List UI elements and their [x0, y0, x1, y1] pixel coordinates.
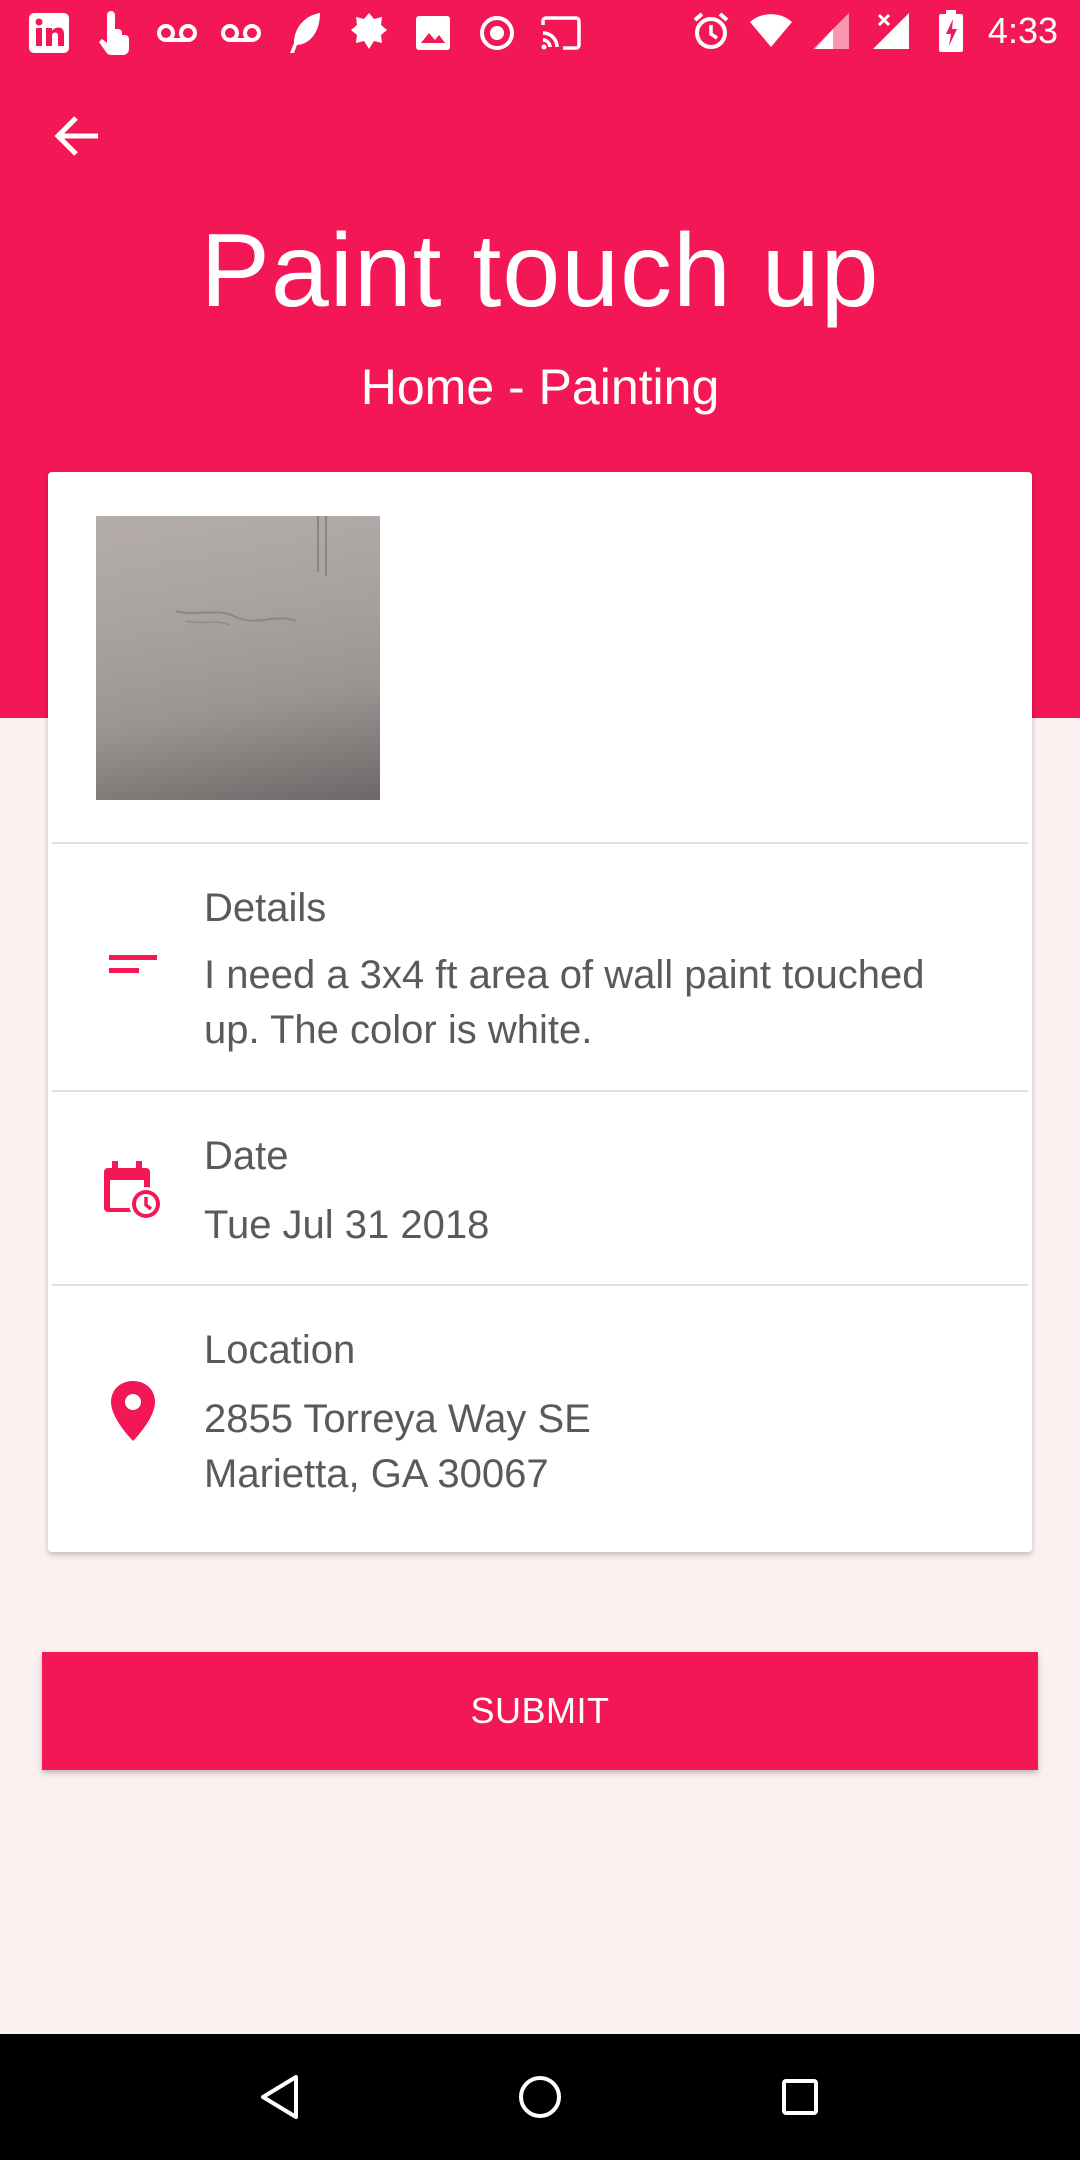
linkedin-icon: [26, 10, 72, 56]
divider: [52, 1284, 1028, 1286]
back-triangle-icon: [261, 2075, 298, 2119]
touch-icon: [90, 10, 136, 56]
location-pin-icon: [100, 1378, 166, 1444]
request-card: Details I need a 3x4 ft area of wall pai…: [48, 472, 1032, 1552]
notes-icon: [100, 934, 166, 1000]
date-value: Tue Jul 31 2018: [204, 1203, 490, 1247]
status-bar: 4:33: [0, 0, 1080, 66]
calendar-clock-icon: [100, 1158, 166, 1224]
back-button[interactable]: [44, 104, 108, 168]
divider: [52, 1090, 1028, 1092]
submit-button[interactable]: SUBMIT: [42, 1652, 1038, 1770]
nav-home-button[interactable]: [500, 2057, 580, 2137]
location-value: 2855 Torreya Way SE Marietta, GA 30067: [204, 1392, 1004, 1502]
feather-icon: [282, 10, 328, 56]
details-label: Details: [204, 886, 327, 930]
location-label: Location: [204, 1328, 356, 1372]
details-line-1: I need a 3x4 ft area of wall paint touch…: [204, 953, 925, 997]
alarm-icon: [688, 8, 734, 54]
nav-recents-button[interactable]: [760, 2057, 840, 2137]
details-value: I need a 3x4 ft area of wall paint touch…: [204, 948, 1004, 1058]
status-time: 4:33: [987, 10, 1058, 51]
job-photo[interactable]: [96, 516, 380, 800]
location-line-2: Marietta, GA 30067: [204, 1452, 549, 1496]
details-line-2: up. The color is white.: [204, 1008, 593, 1052]
nav-back-button[interactable]: [240, 2057, 320, 2137]
image-icon: [410, 10, 456, 56]
page-subtitle: Home - Painting: [360, 359, 720, 415]
cast-icon: [538, 10, 584, 56]
home-circle-icon: [519, 2076, 561, 2118]
signal-icon: [808, 8, 854, 54]
record-icon: [474, 10, 520, 56]
battery-charging-icon: [928, 8, 974, 54]
arrow-left-icon: [54, 116, 98, 156]
recents-square-icon: [782, 2079, 818, 2115]
divider: [52, 842, 1028, 844]
location-line-1: 2855 Torreya Way SE: [204, 1397, 591, 1441]
voicemail-icon: [154, 10, 200, 56]
badge-icon: [346, 10, 392, 56]
wifi-icon: [748, 8, 794, 54]
signal-x-icon: [868, 8, 914, 54]
page-title: Paint touch up: [200, 213, 880, 329]
system-nav-bar: [0, 2034, 1080, 2160]
voicemail-icon: [218, 10, 264, 56]
date-label: Date: [204, 1134, 289, 1178]
